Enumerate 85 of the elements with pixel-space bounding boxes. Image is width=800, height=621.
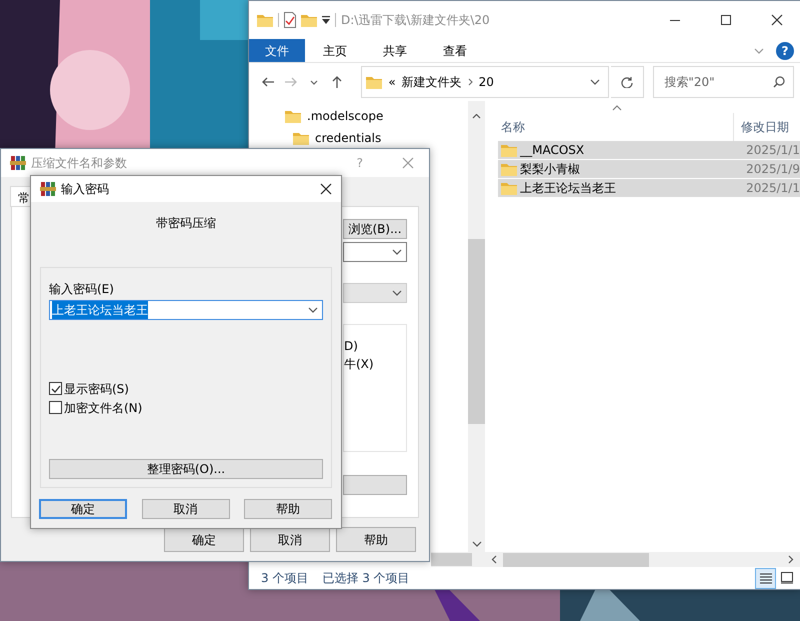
selection-count: 已选择 3 个项目: [322, 570, 410, 587]
option-label: D): [344, 338, 359, 355]
file-menu-button[interactable]: 文件: [249, 39, 305, 62]
field-label: 输入密码(E): [49, 281, 115, 298]
checkmark-icon: [50, 384, 60, 392]
dropdown-field[interactable]: [343, 283, 407, 303]
option-label: 牛(X): [344, 356, 375, 373]
forward-icon: [284, 75, 298, 89]
sort-caret-icon: [612, 105, 622, 111]
checkbox-label[interactable]: 显示密码(S): [64, 380, 129, 398]
dialog-tab[interactable]: 常: [10, 186, 30, 207]
customize-icon[interactable]: [322, 16, 330, 24]
back-icon: [260, 75, 275, 89]
dialog-button[interactable]: 取消: [250, 527, 330, 552]
dropdown-field[interactable]: [343, 242, 407, 262]
nav-item[interactable]: .modelscope: [249, 105, 468, 127]
archive-icon: [10, 155, 26, 171]
view-mode-button[interactable]: [755, 568, 776, 588]
dialog-heading: 带密码压缩: [155, 215, 217, 231]
folder-icon: [501, 143, 518, 157]
dialog-button[interactable]: 帮助: [336, 527, 416, 552]
refresh-button[interactable]: [610, 66, 644, 98]
file-date: 2025/1/9: [746, 161, 800, 178]
window-title: D:\迅雷下载\新建文件夹\20: [341, 12, 490, 29]
breadcrumb[interactable]: 20: [478, 73, 494, 91]
archive-icon: [40, 181, 56, 197]
dialog-button[interactable]: 确定: [39, 499, 127, 519]
dialog-button[interactable]: 确定: [164, 527, 244, 552]
scrollbar-thumb[interactable]: [431, 553, 472, 566]
dialog-title: 输入密码: [61, 181, 109, 198]
checkbox[interactable]: [49, 401, 62, 414]
ribbon-tab[interactable]: 共享: [365, 39, 425, 62]
thumbnail-view-icon: [778, 570, 794, 586]
browse-button[interactable]: 浏览(B)...: [343, 219, 407, 239]
dialog-title: 压缩文件名和参数: [31, 155, 127, 172]
scroll-down-icon: [472, 541, 482, 547]
separator-icon: [468, 78, 473, 86]
folder-icon: [257, 13, 273, 27]
refresh-icon: [621, 76, 634, 88]
scroll-up-icon[interactable]: [472, 114, 482, 119]
properties-icon[interactable]: [284, 12, 296, 28]
ribbon-tab[interactable]: 查看: [425, 39, 485, 62]
breadcrumb[interactable]: 新建文件夹: [402, 73, 462, 91]
file-row[interactable]: __MACOSX 2025/1/1: [498, 141, 800, 159]
scrollbar-thumb[interactable]: [503, 552, 650, 566]
checkbox-label[interactable]: 加密文件名(N): [64, 398, 142, 416]
scroll-left-icon[interactable]: [491, 555, 498, 564]
address-bar[interactable]: « 新建文件夹 20: [361, 66, 609, 98]
close-icon[interactable]: [320, 183, 332, 195]
chevron-down-icon: [392, 249, 402, 255]
folder-icon: [366, 75, 382, 89]
file-name: 梨梨小青椒: [520, 161, 580, 178]
search-box[interactable]: 搜索"20": [653, 66, 794, 98]
folder-icon: [301, 13, 317, 27]
folder-icon: [501, 162, 518, 176]
folder-icon: [293, 131, 309, 145]
ribbon-tab[interactable]: 主页: [305, 39, 365, 62]
file-name: 上老王论坛当老王: [520, 180, 616, 197]
close-icon: [771, 14, 783, 26]
file-row[interactable]: 梨梨小青椒 2025/1/9: [498, 160, 800, 178]
chevron-down-icon: [392, 290, 402, 296]
column-header[interactable]: 名称: [485, 113, 734, 141]
dialog-button[interactable]: 帮助: [244, 499, 332, 519]
item-count: 3 个项目: [261, 570, 308, 587]
folder-icon: [285, 109, 301, 123]
chevron-down-icon: [590, 79, 600, 85]
scrollbar-thumb[interactable]: [468, 239, 486, 424]
help-icon[interactable]: ?: [776, 42, 794, 60]
password-field[interactable]: 上老王论坛当老王: [49, 300, 323, 320]
expand-ribbon-icon: [754, 48, 764, 54]
file-date: 2025/1/1: [746, 142, 800, 159]
file-date: 2025/1/1: [746, 180, 800, 197]
overflow-chevron[interactable]: «: [388, 73, 396, 91]
file-row[interactable]: 上老王论坛当老王 2025/1/1: [498, 179, 800, 197]
search-icon: [772, 76, 785, 88]
dialog-button[interactable]: 取消: [142, 499, 230, 519]
file-name: __MACOSX: [520, 142, 584, 159]
chevron-down-icon: [310, 80, 318, 84]
folder-icon: [501, 181, 518, 195]
scroll-right-icon[interactable]: [788, 555, 794, 564]
checkbox[interactable]: [49, 382, 62, 395]
chevron-down-icon: [308, 307, 318, 313]
organize-passwords-button[interactable]: 整理密码(O)...: [49, 459, 323, 479]
nav-item[interactable]: credentials: [249, 127, 468, 149]
maximize-icon: [721, 15, 731, 25]
